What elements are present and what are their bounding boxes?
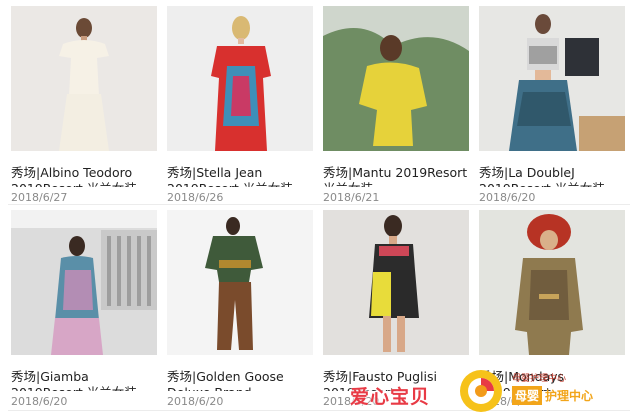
article-thumbnail[interactable] — [323, 210, 469, 355]
article-title[interactable]: 秀场|Golden Goose Deluxe Brand — [167, 369, 317, 391]
row-divider — [8, 410, 630, 411]
article-title[interactable]: 秀场|Mantu 2019Resort 米兰女装 — [323, 165, 473, 187]
watermark-small-text: 母婴护理中心 — [512, 374, 567, 384]
article-thumbnail[interactable] — [11, 210, 157, 355]
article-date: 2018/6/20 — [167, 395, 224, 408]
article-date: 2018/6/21 — [323, 191, 380, 204]
article-thumbnail[interactable] — [479, 210, 625, 355]
article-date: 2018/6/20 — [479, 191, 536, 204]
watermark-badge-box: 母婴 — [512, 386, 543, 405]
watermark-badge-text: 护理中心 — [545, 389, 594, 403]
article-thumbnail[interactable] — [167, 6, 313, 151]
article-thumbnail[interactable] — [11, 6, 157, 151]
watermark-badge: 母婴 护理中心 — [512, 386, 593, 405]
row-divider — [8, 204, 630, 205]
article-title[interactable]: 秀场|Albino Teodoro 2019Resort 米兰女装 — [11, 165, 161, 187]
article-grid: 秀场|Albino Teodoro 2019Resort 米兰女装 2018/6… — [0, 0, 637, 417]
article-date: 2018/6/20 — [11, 395, 68, 408]
watermark-logo-icon — [458, 368, 504, 414]
article-title[interactable]: 秀场|La DoubleJ 2019Resort 米兰女装 — [479, 165, 629, 187]
article-thumbnail[interactable] — [167, 210, 313, 355]
article-date: 2018/6/27 — [11, 191, 68, 204]
article-thumbnail[interactable] — [479, 6, 625, 151]
watermark-text: 爱心宝贝 — [350, 386, 431, 408]
article-title[interactable]: 秀场|Giamba 2019Resort 米兰女装 — [11, 369, 161, 391]
article-thumbnail[interactable] — [323, 6, 469, 151]
article-date: 2018/6/26 — [167, 191, 224, 204]
article-title[interactable]: 秀场|Stella Jean 2019Resort 米兰女装 — [167, 165, 317, 187]
